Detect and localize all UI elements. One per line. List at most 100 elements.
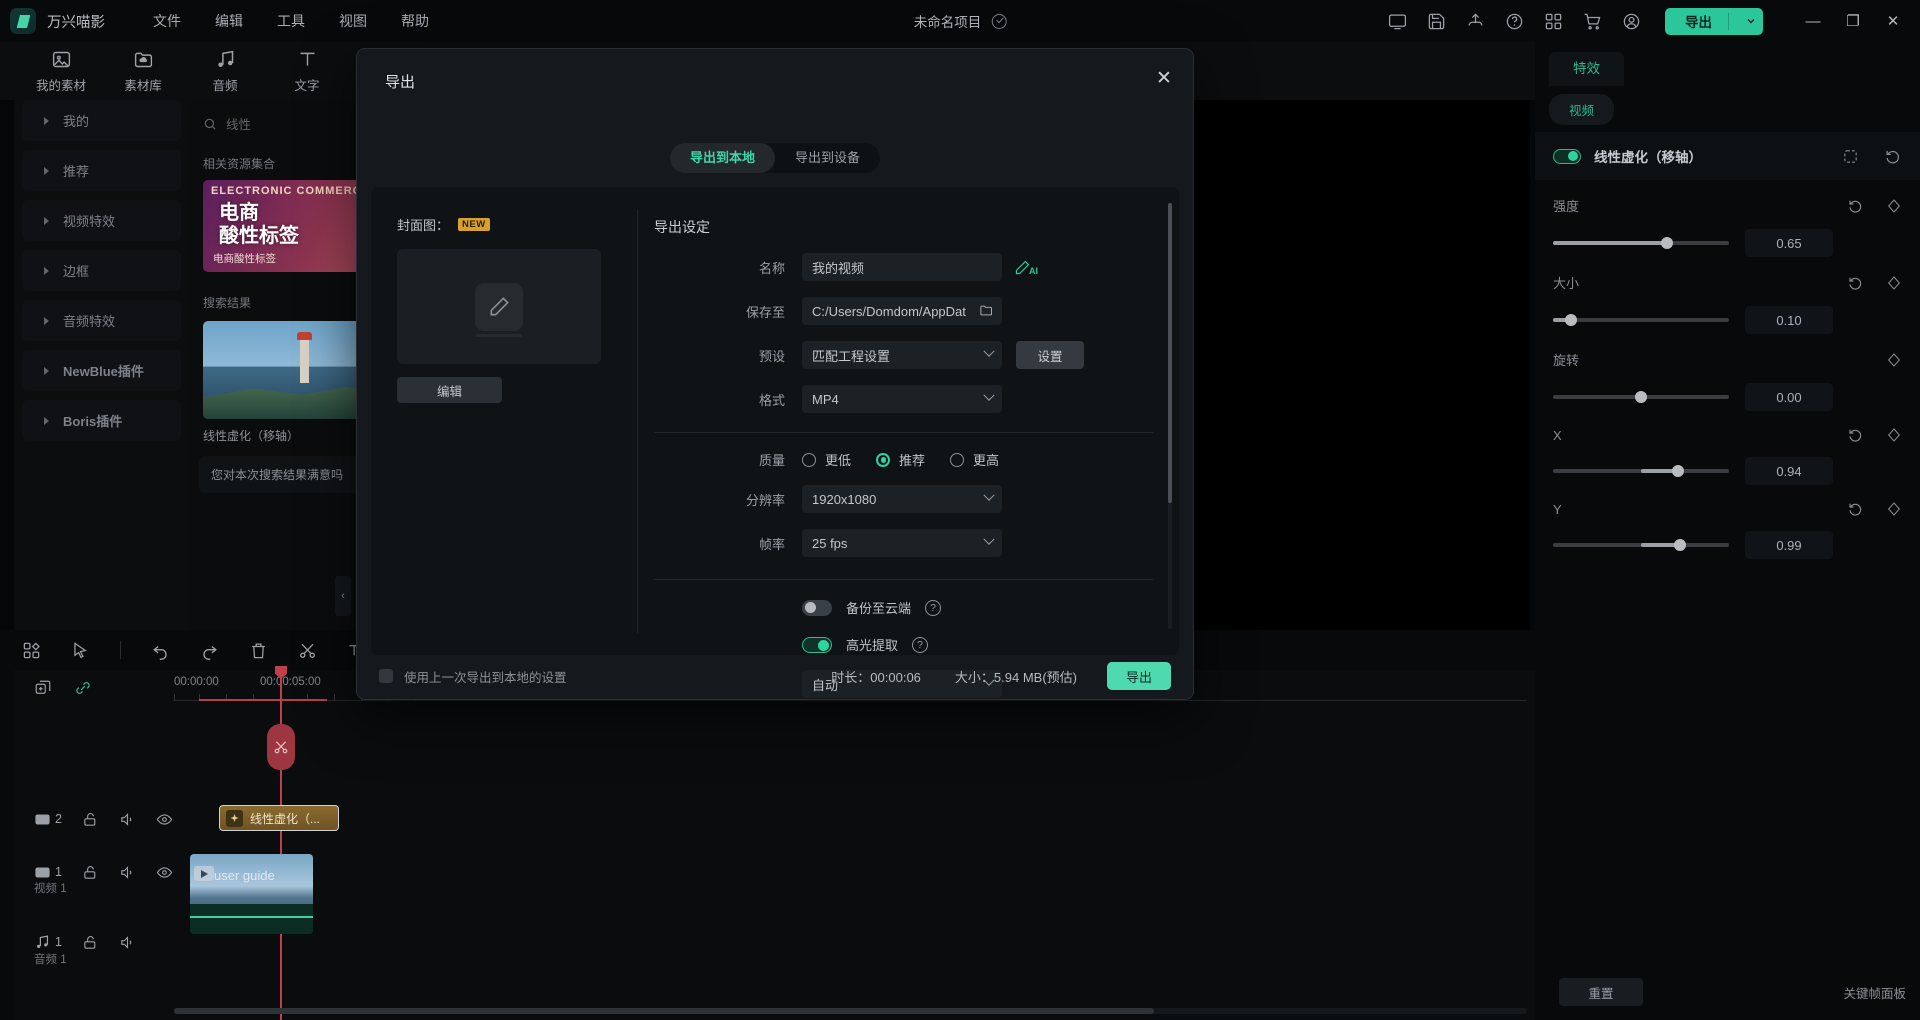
cloud-backup-toggle[interactable] <box>802 600 832 616</box>
link-chain-icon[interactable] <box>74 679 92 697</box>
search-row[interactable]: 线性 <box>189 100 379 133</box>
tool-tab-text[interactable]: 文字 <box>266 42 348 100</box>
menu-item-tools[interactable]: 工具 <box>277 11 305 31</box>
select-cursor-icon[interactable] <box>71 641 90 660</box>
name-input[interactable]: 我的视频 <box>802 253 1002 281</box>
property-value[interactable]: 0.94 <box>1745 457 1833 485</box>
keyframe-diamond-icon[interactable] <box>1886 352 1902 368</box>
keyframe-diamond-icon[interactable] <box>1886 275 1902 291</box>
dialog-close-button[interactable]: ✕ <box>1149 63 1179 93</box>
effect-enable-toggle[interactable] <box>1553 149 1581 164</box>
reset-icon[interactable] <box>1848 501 1864 517</box>
eye-visibility-icon[interactable] <box>156 864 173 881</box>
reset-icon[interactable] <box>1885 148 1902 165</box>
folder-browse-icon[interactable] <box>979 303 994 321</box>
property-value[interactable]: 0.10 <box>1745 306 1833 334</box>
quality-radio-recommended[interactable] <box>876 453 890 467</box>
reset-icon[interactable] <box>1848 198 1864 214</box>
menu-item-view[interactable]: 视图 <box>339 11 367 31</box>
tab-effects[interactable]: 特效 <box>1549 52 1624 86</box>
tool-tab-my-media[interactable]: 我的素材 <box>20 42 102 100</box>
property-value[interactable]: 0.99 <box>1745 531 1833 559</box>
grid-apps-icon[interactable] <box>1542 10 1564 32</box>
help-question-icon[interactable]: ? <box>912 637 928 653</box>
chip-video[interactable]: 视频 <box>1549 94 1614 125</box>
collapse-panel-button[interactable]: ‹ <box>335 576 351 616</box>
ai-name-icon[interactable]: AI <box>1014 259 1038 276</box>
resolution-select[interactable]: 1920x1080 <box>802 485 1002 513</box>
tab-export-local[interactable]: 导出到本地 <box>670 143 775 173</box>
mute-speaker-icon[interactable] <box>119 811 136 828</box>
menu-item-edit[interactable]: 编辑 <box>215 11 243 31</box>
category-item-audio-effects[interactable]: 音频特效 <box>22 300 181 341</box>
reset-button[interactable]: 重置 <box>1559 978 1643 1006</box>
upload-cloud-icon[interactable] <box>1464 10 1486 32</box>
highlight-extract-toggle[interactable] <box>802 637 832 653</box>
redo-icon[interactable] <box>200 641 219 660</box>
preset-select[interactable]: 匹配工程设置 <box>802 341 1002 369</box>
unlock-icon[interactable] <box>82 864 99 881</box>
property-slider[interactable] <box>1553 543 1729 547</box>
cart-icon[interactable] <box>1581 10 1603 32</box>
menu-item-file[interactable]: 文件 <box>153 11 181 31</box>
property-slider[interactable] <box>1553 469 1729 473</box>
dialog-scrollbar[interactable] <box>1168 203 1172 629</box>
reset-icon[interactable] <box>1848 427 1864 443</box>
window-close-button[interactable]: ✕ <box>1874 0 1912 42</box>
undo-icon[interactable] <box>151 641 170 660</box>
mute-speaker-icon[interactable] <box>119 864 136 881</box>
property-slider[interactable] <box>1553 395 1729 399</box>
effect-clip[interactable]: 线性虚化（... <box>219 805 339 831</box>
menu-item-help[interactable]: 帮助 <box>401 11 429 31</box>
help-circle-icon[interactable] <box>1503 10 1525 32</box>
quality-radio-lower[interactable] <box>802 453 816 467</box>
cover-edit-button[interactable]: 编辑 <box>397 377 502 403</box>
user-account-icon[interactable] <box>1620 10 1642 32</box>
category-item-newblue[interactable]: NewBlue插件 <box>22 350 181 391</box>
export-top-button[interactable]: 导出 <box>1665 8 1763 35</box>
tool-tab-library[interactable]: 素材库 <box>102 42 184 100</box>
timeline-playhead[interactable] <box>280 670 282 1020</box>
settings-button[interactable]: 设置 <box>1016 341 1084 369</box>
property-value[interactable]: 0.00 <box>1745 383 1833 411</box>
keyframe-diamond-icon[interactable] <box>1886 501 1902 517</box>
split-scissors-icon[interactable] <box>298 641 317 660</box>
layout-grid-icon[interactable] <box>22 641 41 660</box>
framerate-select[interactable]: 25 fps <box>802 529 1002 557</box>
add-track-icon[interactable] <box>34 679 52 697</box>
unlock-icon[interactable] <box>82 934 99 951</box>
property-value[interactable]: 0.65 <box>1745 229 1833 257</box>
monitor-icon[interactable] <box>1386 10 1408 32</box>
save-icon[interactable] <box>1425 10 1447 32</box>
keyframe-diamond-icon[interactable] <box>1886 198 1902 214</box>
search-input[interactable]: 线性 <box>226 114 251 133</box>
format-select[interactable]: MP4 <box>802 385 1002 413</box>
mute-speaker-icon[interactable] <box>119 934 136 951</box>
quality-radio-higher[interactable] <box>950 453 964 467</box>
help-question-icon[interactable]: ? <box>925 600 941 616</box>
video-clip[interactable]: user guide <box>190 854 313 934</box>
window-minimize-button[interactable]: — <box>1794 0 1832 42</box>
playhead-split-button[interactable] <box>267 724 295 770</box>
category-item-border[interactable]: 边框 <box>22 250 181 291</box>
save-path-input[interactable]: C:/Users/Domdom/AppDat <box>802 297 1002 325</box>
timeline-horizontal-scrollbar[interactable] <box>174 1008 1527 1014</box>
reset-icon[interactable] <box>1848 275 1864 291</box>
window-maximize-button[interactable]: ❐ <box>1834 0 1872 42</box>
mask-region-icon[interactable] <box>1842 148 1859 165</box>
property-slider[interactable] <box>1553 318 1729 322</box>
delete-trash-icon[interactable] <box>249 641 268 660</box>
use-last-settings-checkbox[interactable] <box>379 669 393 683</box>
cover-preview-box[interactable] <box>397 249 601 364</box>
category-item-mine[interactable]: 我的 <box>22 100 181 141</box>
dialog-export-button[interactable]: 导出 <box>1107 662 1171 690</box>
keyframe-panel-button[interactable]: 关键帧面板 <box>1843 983 1906 1002</box>
tab-export-device[interactable]: 导出到设备 <box>775 143 880 173</box>
eye-visibility-icon[interactable] <box>156 811 173 828</box>
property-slider[interactable] <box>1553 241 1729 245</box>
tool-tab-audio[interactable]: 音频 <box>184 42 266 100</box>
category-item-recommended[interactable]: 推荐 <box>22 150 181 191</box>
keyframe-diamond-icon[interactable] <box>1886 427 1902 443</box>
category-item-video-effects[interactable]: 视频特效 <box>22 200 181 241</box>
unlock-icon[interactable] <box>82 811 99 828</box>
